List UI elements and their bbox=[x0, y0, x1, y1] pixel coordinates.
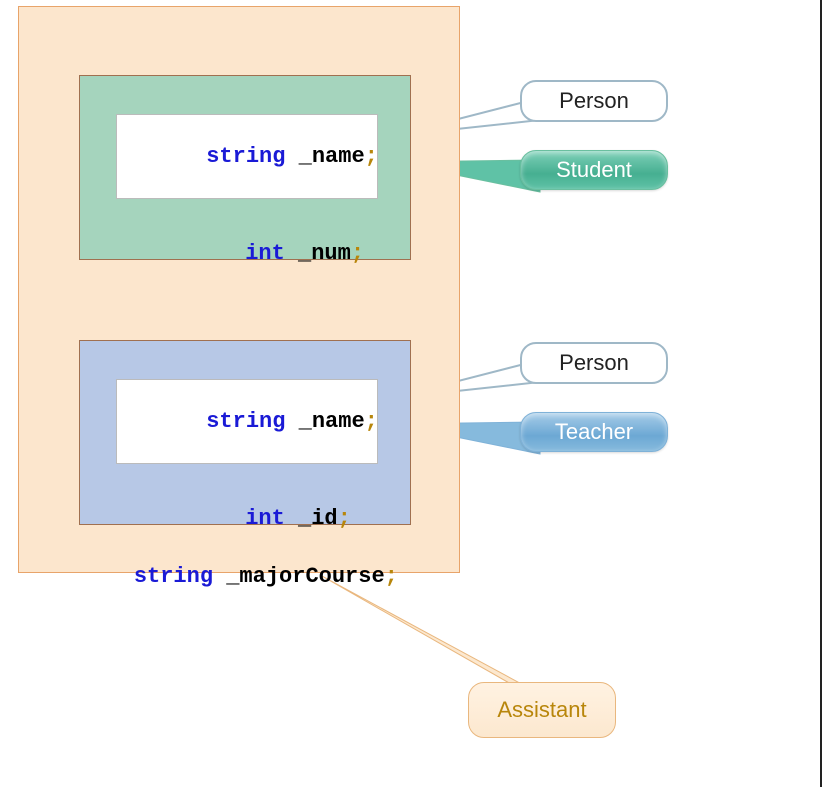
identifier-name: _name bbox=[285, 409, 364, 434]
callout-teacher: Teacher bbox=[520, 412, 668, 452]
semicolon: ; bbox=[385, 564, 398, 589]
callout-person-teacher: Person bbox=[520, 342, 668, 384]
teacher-block: string _name; int _id; bbox=[79, 340, 411, 525]
callout-person-student: Person bbox=[520, 80, 668, 122]
assistant-majorcourse-field: string _majorCourse; bbox=[81, 539, 398, 614]
semicolon: ; bbox=[365, 144, 378, 169]
teacher-name-field: string _name; bbox=[116, 379, 378, 464]
keyword-int: int bbox=[245, 241, 285, 266]
student-num-field: int _num; bbox=[166, 216, 364, 291]
identifier-name: _name bbox=[285, 144, 364, 169]
keyword-string: string bbox=[206, 144, 285, 169]
student-name-field: string _name; bbox=[116, 114, 378, 199]
semicolon: ; bbox=[351, 241, 364, 266]
identifier-majorcourse: _majorCourse bbox=[213, 564, 385, 589]
keyword-int: int bbox=[245, 506, 285, 531]
semicolon: ; bbox=[365, 409, 378, 434]
keyword-string: string bbox=[206, 409, 285, 434]
assistant-class-box: string _name; int _num; string _name; in… bbox=[18, 6, 460, 573]
identifier-num: _num bbox=[285, 241, 351, 266]
identifier-id: _id bbox=[285, 506, 338, 531]
semicolon: ; bbox=[338, 506, 351, 531]
student-block: string _name; int _num; bbox=[79, 75, 411, 260]
keyword-string: string bbox=[134, 564, 213, 589]
callout-assistant: Assistant bbox=[468, 682, 616, 738]
callout-student: Student bbox=[520, 150, 668, 190]
